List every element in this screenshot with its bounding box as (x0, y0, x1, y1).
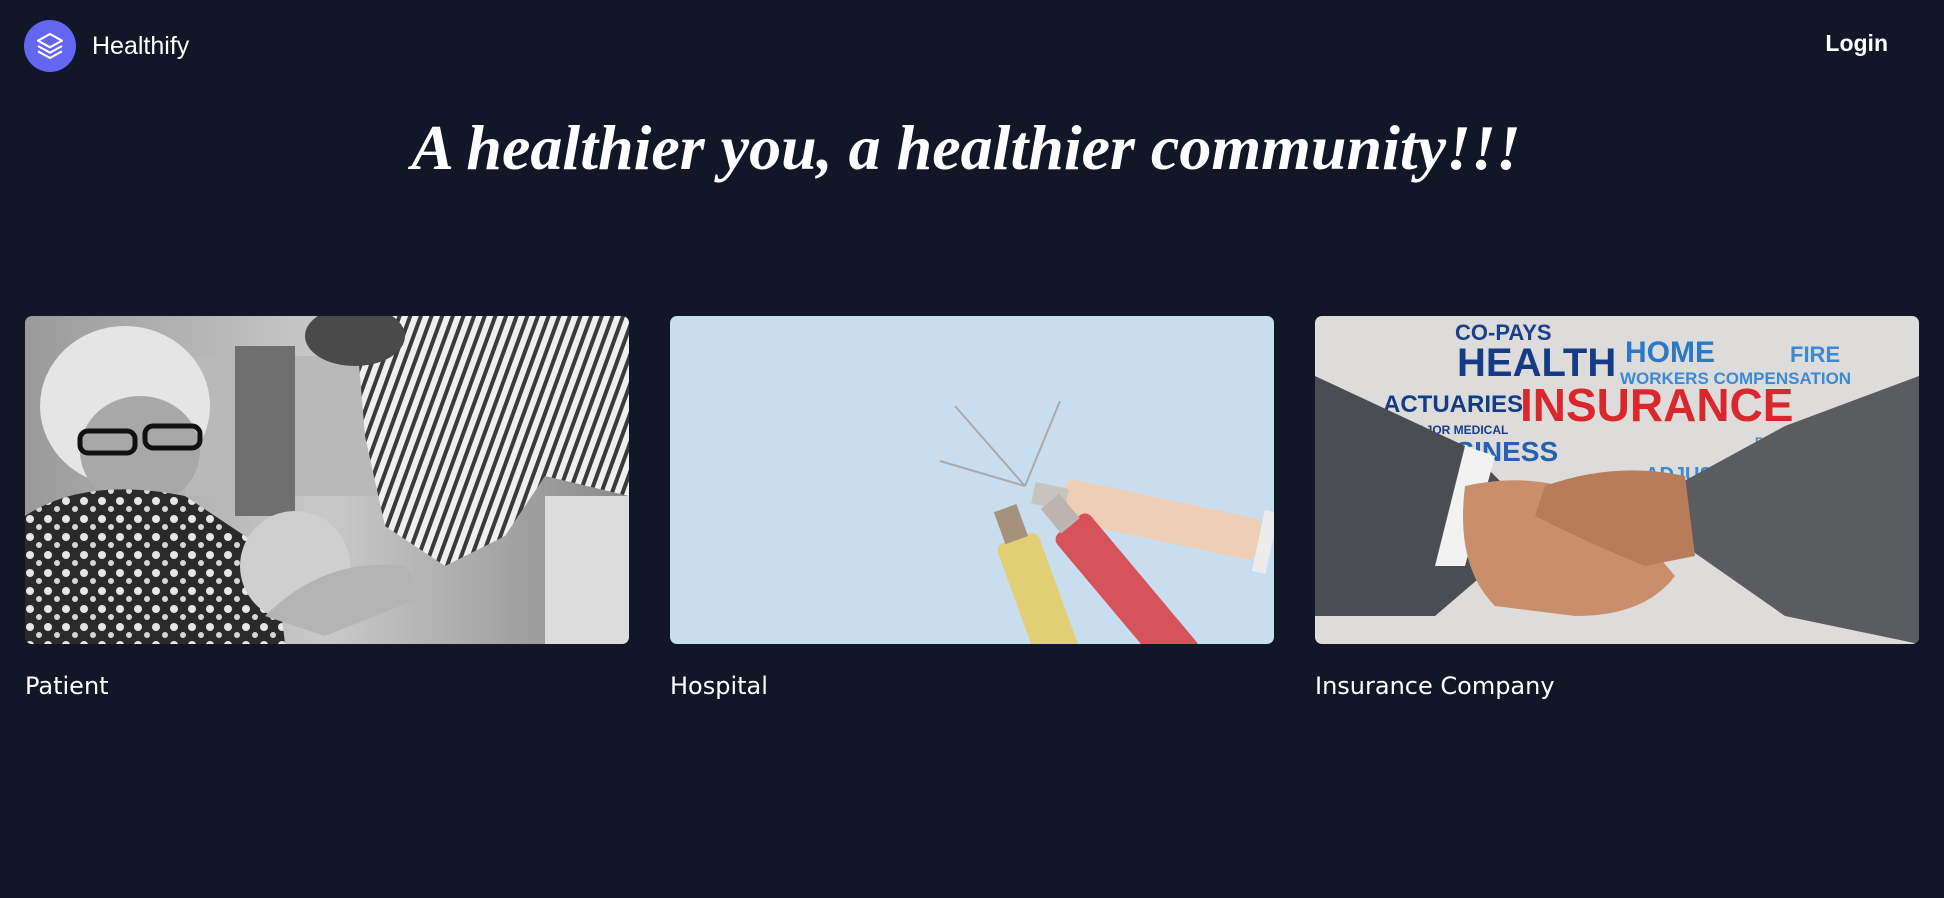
card-label-hospital: Hospital (670, 672, 768, 700)
login-button[interactable]: Login (1825, 30, 1888, 57)
word-fire: FIRE (1790, 342, 1840, 367)
hospital-image (670, 316, 1274, 644)
card-label-insurance-company: Insurance Company (1315, 672, 1555, 700)
layers-icon (24, 20, 76, 72)
hero-headline-text: A healthier you, a healthier community!!… (411, 112, 1521, 183)
insurance-image: CO-PAYS HEALTH HOME ACTUARIES INSURANCE … (1315, 316, 1919, 644)
card-insurance-company[interactable]: CO-PAYS HEALTH HOME ACTUARIES INSURANCE … (1315, 316, 1919, 700)
patient-image (25, 316, 629, 644)
word-home: HOME (1625, 336, 1715, 369)
card-label-patient: Patient (25, 672, 109, 700)
brand-home-link[interactable]: Healthify (24, 20, 189, 72)
word-actuaries: ACTUARIES (1383, 391, 1523, 418)
brand-name: Healthify (92, 31, 190, 60)
top-navbar: Healthify Login (0, 0, 1944, 96)
word-workers-compensation: WORKERS COMPENSATION (1620, 369, 1851, 388)
card-patient[interactable]: Patient (25, 316, 629, 700)
hero-headline: A healthier you, a healthier community!!… (0, 108, 1944, 188)
card-hospital[interactable]: Hospital (670, 316, 1274, 700)
